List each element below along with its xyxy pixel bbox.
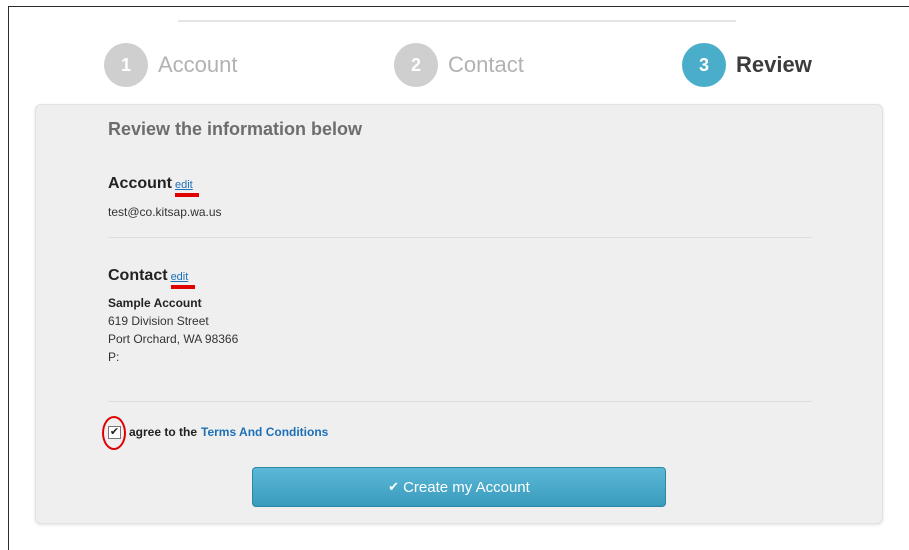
- account-section-heading: Account edit: [108, 175, 199, 197]
- contact-name: Sample Account: [108, 296, 202, 310]
- create-account-button[interactable]: ✔ Create my Account: [252, 467, 666, 507]
- account-heading-label: Account: [108, 175, 172, 192]
- step-3-number: 3: [682, 43, 726, 87]
- annotation-underline: [170, 285, 195, 289]
- account-edit-label: edit: [175, 179, 193, 191]
- section-divider: [108, 237, 812, 238]
- agree-text: agree to the: [129, 425, 198, 439]
- create-account-label: Create my Account: [403, 478, 530, 496]
- review-panel: Review the information below Account edit…: [35, 104, 883, 524]
- top-divider: [178, 20, 736, 22]
- agree-label: agree to the Terms And Conditions: [129, 425, 328, 439]
- agree-row: ✔ agree to the Terms And Conditions: [108, 425, 328, 439]
- account-email: test@co.kitsap.wa.us: [108, 205, 222, 219]
- contact-street: 619 Division Street: [108, 314, 209, 328]
- contact-edit-label: edit: [170, 271, 189, 283]
- step-1-number: 1: [104, 43, 148, 87]
- step-2-number: 2: [394, 43, 438, 87]
- contact-section-heading: Contact edit: [108, 267, 195, 289]
- step-account[interactable]: 1 Account: [104, 42, 238, 88]
- account-edit-link[interactable]: edit: [175, 179, 199, 197]
- annotation-circle: [102, 416, 126, 450]
- checkmark-icon: ✔: [388, 479, 400, 494]
- page-title: Review the information below: [108, 119, 363, 139]
- step-1-label: Account: [158, 52, 238, 77]
- contact-edit-link[interactable]: edit: [170, 271, 195, 289]
- terms-link[interactable]: Terms And Conditions: [201, 425, 328, 439]
- contact-city: Port Orchard, WA 98366: [108, 332, 239, 346]
- section-divider: [108, 401, 812, 402]
- annotation-underline: [175, 193, 199, 197]
- step-contact[interactable]: 2 Contact: [394, 42, 524, 88]
- step-review[interactable]: 3 Review: [682, 42, 812, 88]
- contact-phone: P:: [108, 350, 120, 364]
- step-3-label: Review: [736, 52, 812, 77]
- contact-heading-label: Contact: [108, 267, 168, 284]
- step-2-label: Contact: [448, 52, 524, 77]
